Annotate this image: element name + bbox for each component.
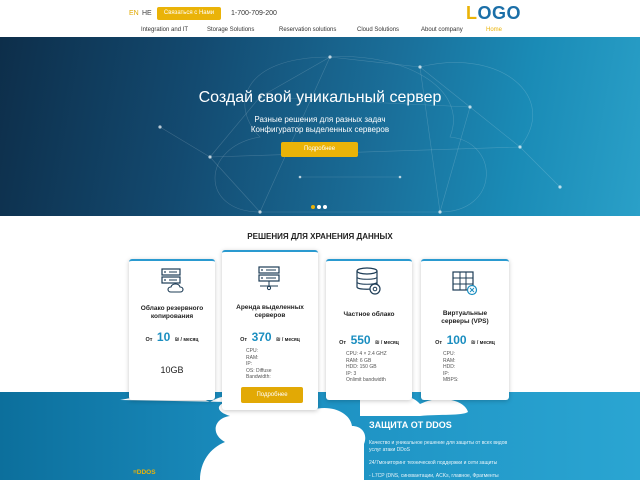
slider-dot-3[interactable] — [323, 205, 327, 209]
price-value: 370 — [251, 330, 272, 344]
slider-dot-2[interactable] — [317, 205, 321, 209]
card-dedicated-price: От 370 ₪ / месяц — [222, 328, 318, 346]
ddos-tag-label: DDOS — [136, 469, 156, 476]
price-value: 10 — [156, 330, 171, 344]
price-from: От — [339, 340, 347, 346]
card-vps[interactable]: Виртуальные серверы (VPS) От 100 ₪ / мес… — [421, 259, 509, 400]
card-dedicated-more-button[interactable]: Подробнее — [241, 387, 303, 403]
contact-us-button[interactable]: Связаться с Нами — [157, 7, 221, 20]
ddos-title: ЗАЩИТА ОТ DDOS — [369, 420, 452, 430]
card-private-price: От 550 ₪ / месяц — [326, 331, 412, 349]
main-nav: Integration and IT Storage Solutions Res… — [0, 27, 640, 37]
card-backup-cloud[interactable]: Облако резервного копирования От 10 ₪ / … — [129, 259, 215, 400]
phone-number[interactable]: 1-700-709-200 — [231, 10, 277, 17]
spec-line: Onlimit bandwidth — [346, 377, 386, 383]
card-vps-specs: CPU: RAM: HDD: IP: MBPS: — [443, 351, 459, 384]
price-from: От — [435, 340, 443, 346]
spec-line: MBPS: — [443, 377, 459, 383]
lang-en-link[interactable]: EN — [129, 10, 139, 17]
ddos-text-4: - L7CP (DNS, синхвантации, ACKs, главное… — [369, 473, 499, 479]
card-dedicated-specs: CPU: RAM: IP: OS: Diffuse Bandwidth: — [246, 348, 271, 381]
card-backup-title: Облако резервного копирования — [140, 305, 204, 320]
virtual-server-icon — [452, 271, 478, 296]
database-gear-icon — [356, 267, 381, 295]
ddos-text-2: услуг атаки DDoS — [369, 447, 410, 453]
price-from: От — [240, 337, 248, 343]
lang-he-link[interactable]: HE — [142, 10, 152, 17]
hero-title: Создай свой уникальный сервер — [198, 89, 442, 106]
hero-subtitle-2: Конфигуратор выделенных серверов — [250, 125, 390, 134]
ddos-section: ЗАЩИТА ОТ DDOS Качество и уникальное реш… — [0, 392, 640, 480]
logo-rest: OGO — [477, 3, 522, 23]
price-unit: ₪ / месяц — [375, 340, 399, 346]
top-bar: EN HE Связаться с Нами 1-700-709-200 LOG… — [0, 0, 640, 37]
card-vps-title: Виртуальные серверы (VPS) — [441, 310, 489, 325]
nav-integration[interactable]: Integration and IT — [141, 27, 188, 33]
price-unit: ₪ / месяц — [174, 337, 199, 343]
logo[interactable]: LOGO — [466, 3, 521, 24]
price-from: От — [145, 337, 153, 343]
card-dedicated-servers[interactable]: Аренда выделенных серверов От 370 ₪ / ме… — [222, 250, 318, 410]
storage-section-title: РЕШЕНИЯ ДЛЯ ХРАНЕНИЯ ДАННЫХ — [247, 232, 393, 241]
logo-first-letter: L — [466, 3, 478, 23]
cloud-shape — [120, 393, 468, 480]
card-private-cloud[interactable]: Частное облако От 550 ₪ / месяц CPU: 4 ×… — [326, 259, 412, 400]
price-value: 100 — [446, 333, 467, 347]
nav-home[interactable]: Home — [486, 27, 502, 33]
card-backup-size: 10GB — [160, 365, 184, 375]
nav-about[interactable]: About company — [421, 27, 463, 33]
card-backup-price: От 10 ₪ / месяц — [129, 328, 215, 346]
card-private-title: Частное облако — [343, 311, 395, 318]
price-unit: ₪ / месяц — [276, 337, 300, 343]
card-dedicated-title: Аренда выделенных серверов — [236, 304, 304, 319]
ddos-text-3: 24/7мониторинг технической поддержки и с… — [369, 460, 498, 466]
slider-dot-1[interactable] — [311, 205, 315, 209]
cloud-server-icon — [161, 268, 184, 293]
card-vps-price: От 100 ₪ / месяц — [421, 331, 509, 349]
ddos-tag: ≡DDOS — [133, 469, 156, 476]
nav-reservation[interactable]: Reservation solutions — [279, 27, 336, 33]
spec-line: Bandwidth: — [246, 374, 271, 380]
hero-subtitle-1: Разные решения для разных задач — [254, 115, 386, 124]
price-unit: ₪ / месяц — [471, 340, 495, 346]
price-value: 550 — [350, 333, 371, 347]
nav-cloud[interactable]: Cloud Solutions — [357, 27, 399, 33]
card-private-specs: CPU: 4 × 2.4 GHZ RAM: 6 GB HDD: 150 GB I… — [346, 351, 387, 384]
slider-dots — [311, 196, 329, 214]
ddos-text-1: Качество и уникальное решение для защиты… — [369, 440, 508, 446]
hero-more-button[interactable]: Подробнее — [281, 142, 358, 157]
spec-line: CPU: 4 × 2.4 GHZ — [346, 351, 387, 357]
hero-banner: Создай свой уникальный сервер Разные реш… — [0, 37, 640, 216]
nav-storage[interactable]: Storage Solutions — [207, 27, 254, 33]
server-rack-icon — [258, 266, 280, 291]
